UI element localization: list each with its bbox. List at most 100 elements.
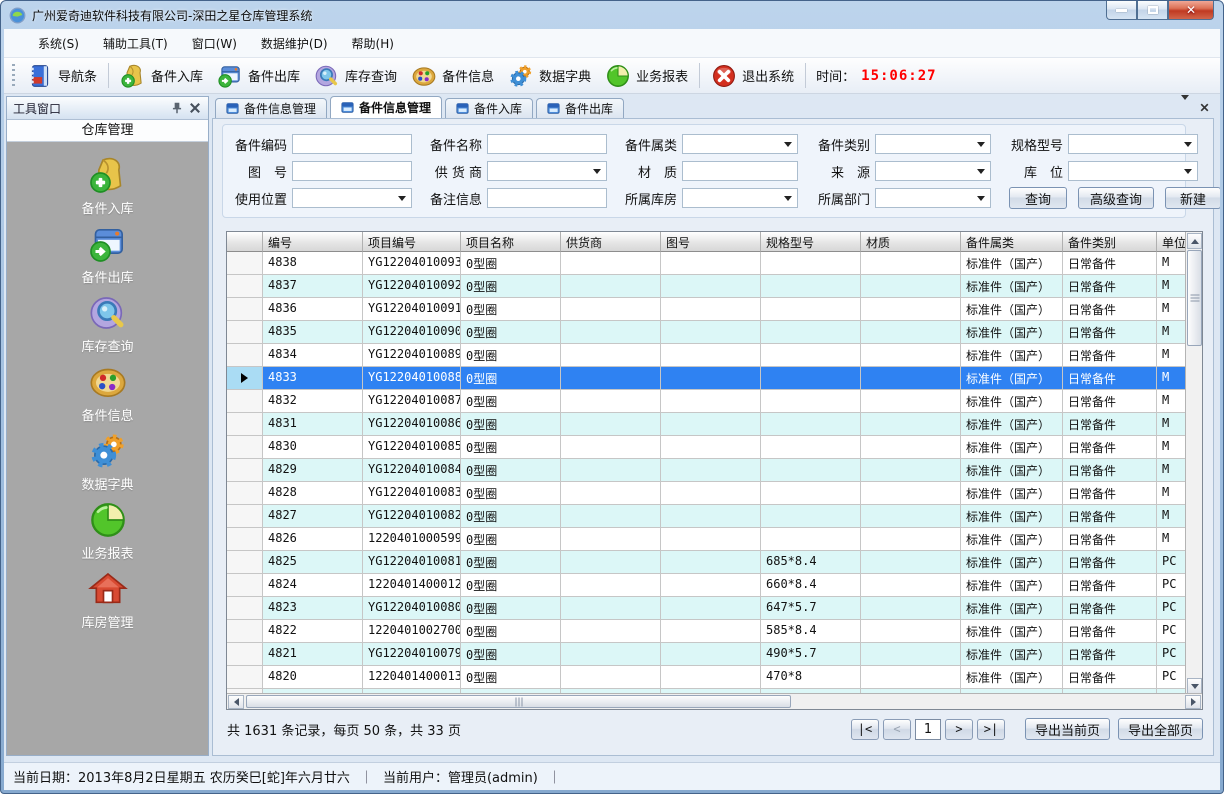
prev-page-button[interactable]: < <box>883 719 911 740</box>
sidebar-item-warehouse[interactable]: 库房管理 <box>7 569 208 638</box>
menu-item-4[interactable]: 帮助(H) <box>340 30 406 57</box>
table-header-col-2[interactable]: 项目名称 <box>461 232 561 252</box>
row-selector-cell[interactable] <box>227 390 263 413</box>
vertical-scrollbar[interactable] <box>1185 232 1202 695</box>
table-row[interactable]: 4832YG122040100870型圈标准件（国产）日常备件M <box>227 390 1187 413</box>
toolbar-button-parts-out[interactable]: 备件出库 <box>210 61 307 91</box>
toolbar-button-exit[interactable]: 退出系统 <box>704 61 801 91</box>
page-number-input[interactable]: 1 <box>915 719 941 740</box>
row-selector-cell[interactable] <box>227 321 263 344</box>
row-selector-cell[interactable] <box>227 367 263 390</box>
table-row[interactable]: 4827YG122040100820型圈标准件（国产）日常备件M <box>227 505 1187 528</box>
new-button[interactable]: 新建 <box>1165 187 1220 209</box>
row-selector-cell[interactable] <box>227 574 263 597</box>
scroll-right-icon[interactable] <box>1185 695 1201 709</box>
remark-input[interactable] <box>487 188 607 208</box>
table-row-selected[interactable]: 4833YG122040100880型圈标准件（国产）日常备件M <box>227 367 1187 390</box>
row-selector-cell[interactable] <box>227 666 263 689</box>
sidebar-item-stock-query[interactable]: 库存查询 <box>7 293 208 362</box>
row-selector-cell[interactable] <box>227 528 263 551</box>
table-header-col-1[interactable]: 项目编号 <box>363 232 461 252</box>
table-row[interactable]: 482012204014000130型圈470*8标准件（国产）日常备件PC <box>227 666 1187 689</box>
drawing-no-input[interactable] <box>292 161 412 181</box>
query-button[interactable]: 查询 <box>1009 187 1067 209</box>
sidebar-item-report[interactable]: 业务报表 <box>7 500 208 569</box>
sidebar-item-parts-in[interactable]: 备件入库 <box>7 155 208 224</box>
table-row[interactable]: 4828YG122040100830型圈标准件（国产）日常备件M <box>227 482 1187 505</box>
row-selector-cell[interactable] <box>227 275 263 298</box>
use-position-select[interactable] <box>292 188 412 208</box>
row-selector-cell[interactable] <box>227 643 263 666</box>
row-selector-cell[interactable] <box>227 436 263 459</box>
table-row[interactable]: 4830YG122040100850型圈标准件（国产）日常备件M <box>227 436 1187 459</box>
row-selector-cell[interactable] <box>227 298 263 321</box>
sidebar-item-parts-info[interactable]: 备件信息 <box>7 362 208 431</box>
last-page-button[interactable]: >| <box>977 719 1005 740</box>
first-page-button[interactable]: |< <box>851 719 879 740</box>
toolbar-button-report[interactable]: 业务报表 <box>598 61 695 91</box>
export-current-page-button[interactable]: 导出当前页 <box>1025 718 1110 740</box>
material-input[interactable] <box>682 161 798 181</box>
row-selector-cell[interactable] <box>227 482 263 505</box>
table-header-col-4[interactable]: 图号 <box>661 232 761 252</box>
menu-item-0[interactable]: 系统(S) <box>26 30 91 57</box>
spec-model-select[interactable] <box>1068 134 1198 154</box>
menu-item-2[interactable]: 窗口(W) <box>180 30 249 57</box>
next-page-button[interactable]: > <box>945 719 973 740</box>
row-selector-cell[interactable] <box>227 620 263 643</box>
row-selector-cell[interactable] <box>227 551 263 574</box>
table-header-col-5[interactable]: 规格型号 <box>761 232 861 252</box>
close-button[interactable]: ✕ <box>1168 1 1214 20</box>
source-select[interactable] <box>875 161 991 181</box>
table-row[interactable]: 4831YG122040100860型圈标准件（国产）日常备件M <box>227 413 1187 436</box>
table-header-col-7[interactable]: 备件属类 <box>961 232 1063 252</box>
maximize-button[interactable] <box>1137 1 1168 20</box>
sidebar-item-parts-out[interactable]: 备件出库 <box>7 224 208 293</box>
row-selector-cell[interactable] <box>227 413 263 436</box>
table-row[interactable]: 4825YG122040100810型圈685*8.4标准件（国产）日常备件PC <box>227 551 1187 574</box>
tab-2[interactable]: 备件入库 <box>445 98 533 118</box>
part-class-select[interactable] <box>875 134 991 154</box>
table-row[interactable]: 4835YG122040100900型圈标准件（国产）日常备件M <box>227 321 1187 344</box>
table-header-col-9[interactable]: 单位 <box>1157 232 1187 252</box>
table-row[interactable]: 482612204010005990型圈标准件（国产）日常备件M <box>227 528 1187 551</box>
toolbar-grip[interactable] <box>12 64 15 88</box>
toolbar-button-navbar[interactable]: 导航条 <box>20 61 104 91</box>
toolbar-button-data-dict[interactable]: 数据字典 <box>501 61 598 91</box>
tab-3[interactable]: 备件出库 <box>536 98 624 118</box>
sidebar-item-data-dict[interactable]: 数据字典 <box>7 431 208 500</box>
scroll-down-icon[interactable] <box>1187 678 1202 694</box>
table-row[interactable]: 482412204014000120型圈660*8.4标准件（国产）日常备件PC <box>227 574 1187 597</box>
location-select[interactable] <box>1068 161 1198 181</box>
table-row[interactable]: 4837YG122040100920型圈标准件（国产）日常备件M <box>227 275 1187 298</box>
horizontal-scroll-thumb[interactable] <box>246 695 791 708</box>
scroll-left-icon[interactable] <box>228 695 244 709</box>
toolbar-button-stock-query[interactable]: 库存查询 <box>307 61 404 91</box>
table-row[interactable]: 4829YG122040100840型圈标准件（国产）日常备件M <box>227 459 1187 482</box>
horizontal-scrollbar[interactable] <box>227 693 1202 709</box>
row-selector-cell[interactable] <box>227 505 263 528</box>
row-selector-cell[interactable] <box>227 252 263 275</box>
row-selector-cell[interactable] <box>227 344 263 367</box>
table-row[interactable]: 482212204010027000型圈585*8.4标准件（国产）日常备件PC <box>227 620 1187 643</box>
scroll-up-icon[interactable] <box>1187 233 1202 249</box>
vertical-scroll-thumb[interactable] <box>1187 250 1202 346</box>
department-select[interactable] <box>875 188 991 208</box>
row-selector-cell[interactable] <box>227 597 263 620</box>
table-row[interactable]: 4834YG122040100890型圈标准件（国产）日常备件M <box>227 344 1187 367</box>
table-header-col-3[interactable]: 供货商 <box>561 232 661 252</box>
warehouse-select[interactable] <box>682 188 798 208</box>
tab-0[interactable]: 备件信息管理 <box>215 98 327 118</box>
table-header-col-6[interactable]: 材质 <box>861 232 961 252</box>
chevron-down-icon[interactable] <box>1181 100 1189 114</box>
table-row[interactable]: 4838YG122040100930型圈标准件（国产）日常备件M <box>227 252 1187 275</box>
table-row[interactable]: 4821YG122040100790型圈490*5.7标准件（国产）日常备件PC <box>227 643 1187 666</box>
table-row[interactable]: 4823YG122040100800型圈647*5.7标准件（国产）日常备件PC <box>227 597 1187 620</box>
table-header-col-8[interactable]: 备件类别 <box>1063 232 1157 252</box>
part-code-input[interactable] <box>292 134 412 154</box>
menu-item-1[interactable]: 辅助工具(T) <box>91 30 180 57</box>
part-genus-select[interactable] <box>682 134 798 154</box>
toolbar-button-parts-in[interactable]: 备件入库 <box>113 61 210 91</box>
tab-close-icon[interactable] <box>1199 102 1210 113</box>
row-selector-cell[interactable] <box>227 459 263 482</box>
